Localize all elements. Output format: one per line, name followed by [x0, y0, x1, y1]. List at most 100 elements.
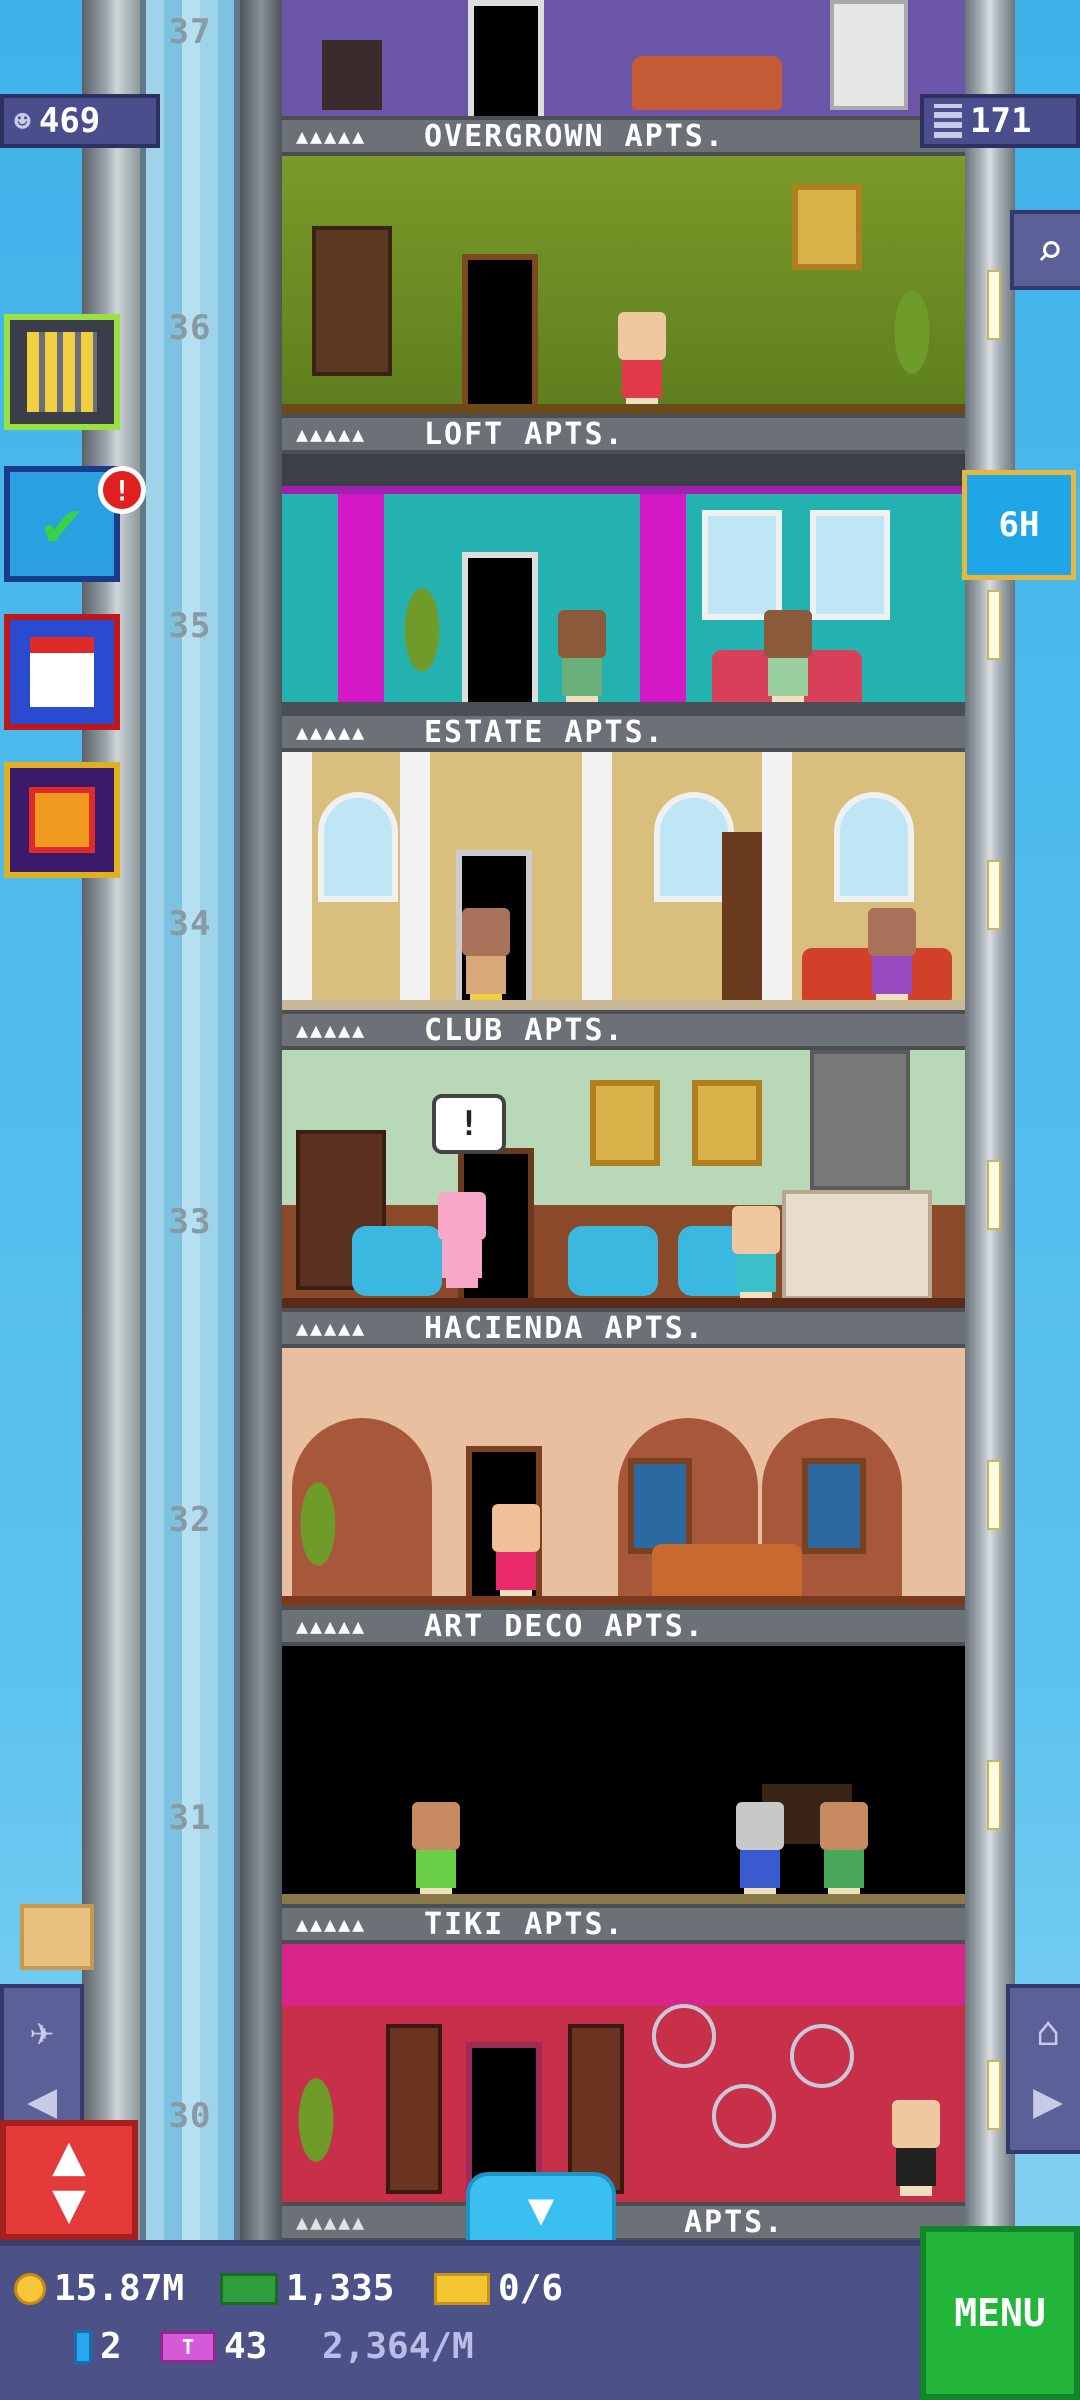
floor-counter[interactable]: 171 [920, 94, 1080, 148]
plant [288, 1476, 348, 1596]
floor-club[interactable]: ▲▲▲▲▲ CLUB APTS. ! [282, 1010, 965, 1308]
window [318, 792, 398, 902]
sofa [652, 1544, 802, 1598]
timer-button[interactable]: 6H [962, 470, 1076, 580]
missions-button[interactable]: ✔ ! [4, 466, 146, 582]
resident[interactable] [814, 1802, 874, 1898]
floor-tiki[interactable]: ▲▲▲▲▲ TIKI APTS. [282, 1904, 965, 2202]
bux-stat: 1,335 [220, 2268, 394, 2309]
chevron-down-icon: ▼ [527, 2183, 555, 2235]
elevator-button[interactable]: ▲ ▼ [0, 2120, 138, 2240]
floorboard [282, 1596, 965, 1606]
floor-name: OVERGROWN APTS. [424, 118, 725, 154]
column [582, 752, 612, 1010]
window [628, 1458, 692, 1554]
column [400, 752, 430, 1010]
gift-button[interactable] [4, 762, 120, 878]
floor-number: 33 [168, 1202, 212, 1242]
floor-stars: ▲▲▲▲▲ [296, 1316, 367, 1340]
floor-stars: ▲▲▲▲▲ [296, 124, 367, 148]
door [462, 254, 538, 414]
room-interior [282, 1944, 965, 2202]
floor-number: 30 [168, 2096, 212, 2136]
bookshelf [722, 832, 762, 1002]
wall-light [987, 1460, 1001, 1530]
menu-button[interactable]: MENU [920, 2226, 1080, 2400]
room-interior [282, 156, 965, 414]
window [802, 1458, 866, 1554]
floor-hacienda[interactable]: ▲▲▲▲▲ HACIENDA APTS. [282, 1308, 965, 1606]
room-top-partial[interactable] [282, 0, 965, 116]
floor-stars: ▲▲▲▲▲ [296, 422, 367, 446]
floor-banner: ▲▲▲▲▲ ESTATE APTS. [282, 712, 965, 752]
floor-banner: ▲▲▲▲▲ TIKI APTS. [282, 1904, 965, 1944]
coins-value: 15.87M [54, 2268, 185, 2309]
room-interior [282, 1646, 965, 1904]
floor-loft[interactable]: ▲▲▲▲▲ LOFT APTS. [282, 414, 965, 712]
resident[interactable] [730, 1802, 790, 1898]
room-interior [282, 454, 965, 712]
gift-icon [29, 787, 95, 853]
bux-value: 1,335 [286, 2268, 395, 2309]
plant [392, 582, 452, 702]
tiki-statue [386, 2024, 442, 2194]
window [834, 792, 914, 902]
floor-number: 31 [168, 1798, 212, 1838]
resident[interactable] [758, 610, 818, 706]
pillar [640, 494, 686, 712]
resident[interactable] [552, 610, 612, 706]
telephone-table [322, 40, 382, 110]
build-floor-button[interactable] [4, 314, 120, 430]
floor-name: CLUB APTS. [424, 1012, 625, 1048]
floor-banner: ▲▲▲▲▲ CLUB APTS. [282, 1010, 965, 1050]
ticket-icon [434, 2272, 490, 2305]
fireplace [782, 1190, 932, 1300]
lobby-nav-button[interactable]: ⌂ ▶ [1006, 1984, 1080, 2154]
painting [590, 1080, 660, 1166]
floor-banner: ▲▲▲▲▲ OVERGROWN APTS. [282, 116, 965, 156]
search-button[interactable]: ⌕ [1010, 210, 1080, 290]
tokens-value: 2 [100, 2326, 122, 2367]
cabinet [830, 0, 908, 110]
floor-stars: ▲▲▲▲▲ [296, 720, 367, 744]
floor-art-deco[interactable]: ▲▲▲▲▲ ART DECO APTS. [282, 1606, 965, 1904]
resident[interactable] [406, 1802, 466, 1898]
calendar-icon [30, 637, 94, 707]
resident[interactable] [456, 908, 516, 1004]
floor-estate[interactable]: ▲▲▲▲▲ ESTATE APTS. [282, 712, 965, 1010]
floorboard [282, 404, 965, 414]
background-building [20, 1904, 94, 1970]
floorboard [282, 702, 965, 712]
floorboard [282, 1894, 965, 1904]
tower-inner-wall [240, 0, 282, 2400]
scroll-down-button[interactable]: ▼ [466, 2172, 616, 2242]
column [282, 752, 312, 1010]
resident[interactable] [486, 1504, 546, 1600]
floor-name-partial: APTS. [684, 2204, 785, 2240]
chimney [810, 1050, 910, 1190]
wall-light [987, 860, 1001, 930]
floor-overgrown[interactable]: ▲▲▲▲▲ OVERGROWN APTS. [282, 116, 965, 414]
bird-cage [712, 2084, 776, 2148]
resident[interactable] [726, 1206, 786, 1302]
tiki-statue [568, 2024, 624, 2194]
arrow-down-icon: ▼ [52, 2171, 86, 2236]
speech-bubble[interactable]: ! [432, 1094, 506, 1154]
population-counter[interactable]: ☻ 469 [0, 94, 160, 148]
tickets-value: 0/6 [498, 2268, 564, 2309]
coins-stat: 15.87M [14, 2268, 184, 2309]
plant [286, 2072, 346, 2192]
elevator-shaft[interactable] [140, 0, 240, 2400]
resident[interactable] [886, 2100, 946, 2196]
resident[interactable] [612, 312, 672, 408]
calendar-button[interactable] [4, 614, 120, 730]
column [762, 752, 792, 1010]
resident-pig-costume[interactable] [432, 1192, 492, 1302]
tbux-value: 43 [224, 2326, 268, 2367]
resident[interactable] [862, 908, 922, 1004]
bookshelf [312, 226, 392, 376]
floor-stars: ▲▲▲▲▲ [296, 1018, 367, 1042]
population-icon: ☻ [14, 104, 31, 138]
status-bar [0, 2240, 1080, 2400]
search-icon: ⌕ [1036, 223, 1064, 277]
